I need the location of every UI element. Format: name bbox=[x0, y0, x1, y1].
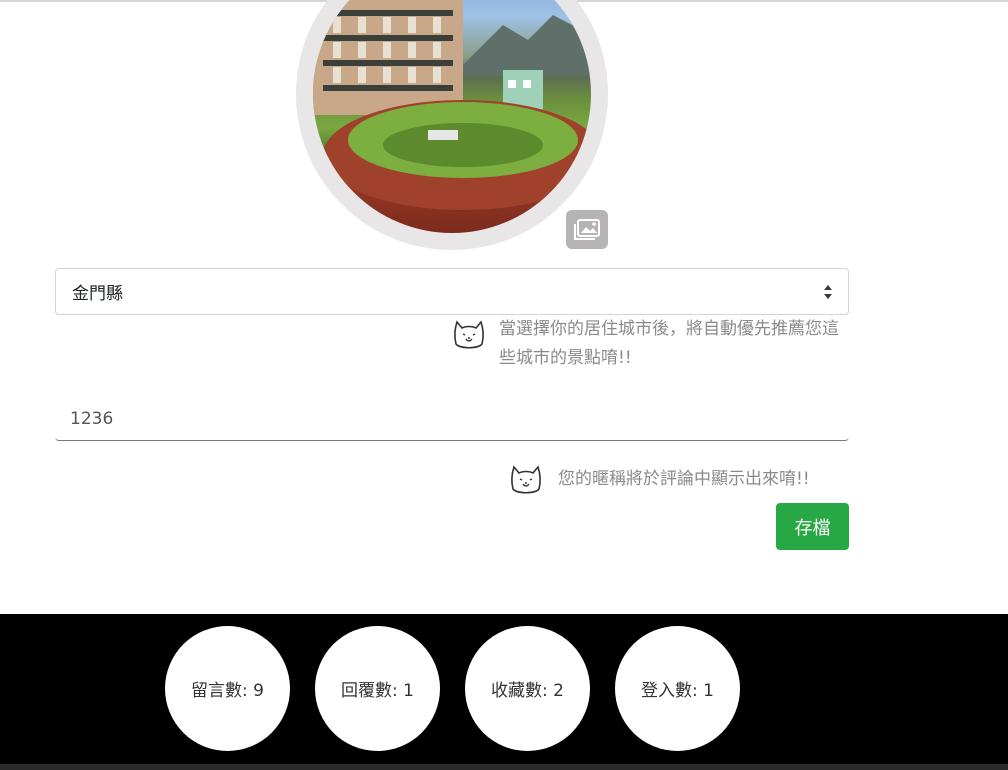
photo-upload-button[interactable] bbox=[566, 210, 608, 249]
city-hint-text: 當選擇你的居住城市後，將自動優先推薦您這些城市的景點唷!! bbox=[499, 319, 839, 368]
city-select[interactable]: 金門縣 bbox=[55, 268, 849, 315]
stat-favorites: 收藏數: 2 bbox=[465, 626, 590, 751]
stat-logins: 登入數: 1 bbox=[615, 626, 740, 751]
stat-comments: 留言數: 9 bbox=[165, 626, 290, 751]
nickname-input[interactable] bbox=[55, 397, 849, 441]
footer-bottom-bar bbox=[0, 764, 1008, 770]
avatar bbox=[313, 0, 591, 233]
image-icon bbox=[574, 218, 600, 240]
stat-replies: 回覆數: 1 bbox=[315, 626, 440, 751]
cat-icon bbox=[511, 465, 541, 494]
save-button[interactable]: 存檔 bbox=[776, 503, 849, 550]
city-select-value: 金門縣 bbox=[72, 284, 123, 304]
sort-arrows-icon bbox=[824, 285, 832, 299]
cat-icon bbox=[454, 320, 484, 349]
nickname-hint-text: 您的暱稱將於評論中顯示出來唷!! bbox=[558, 469, 810, 489]
